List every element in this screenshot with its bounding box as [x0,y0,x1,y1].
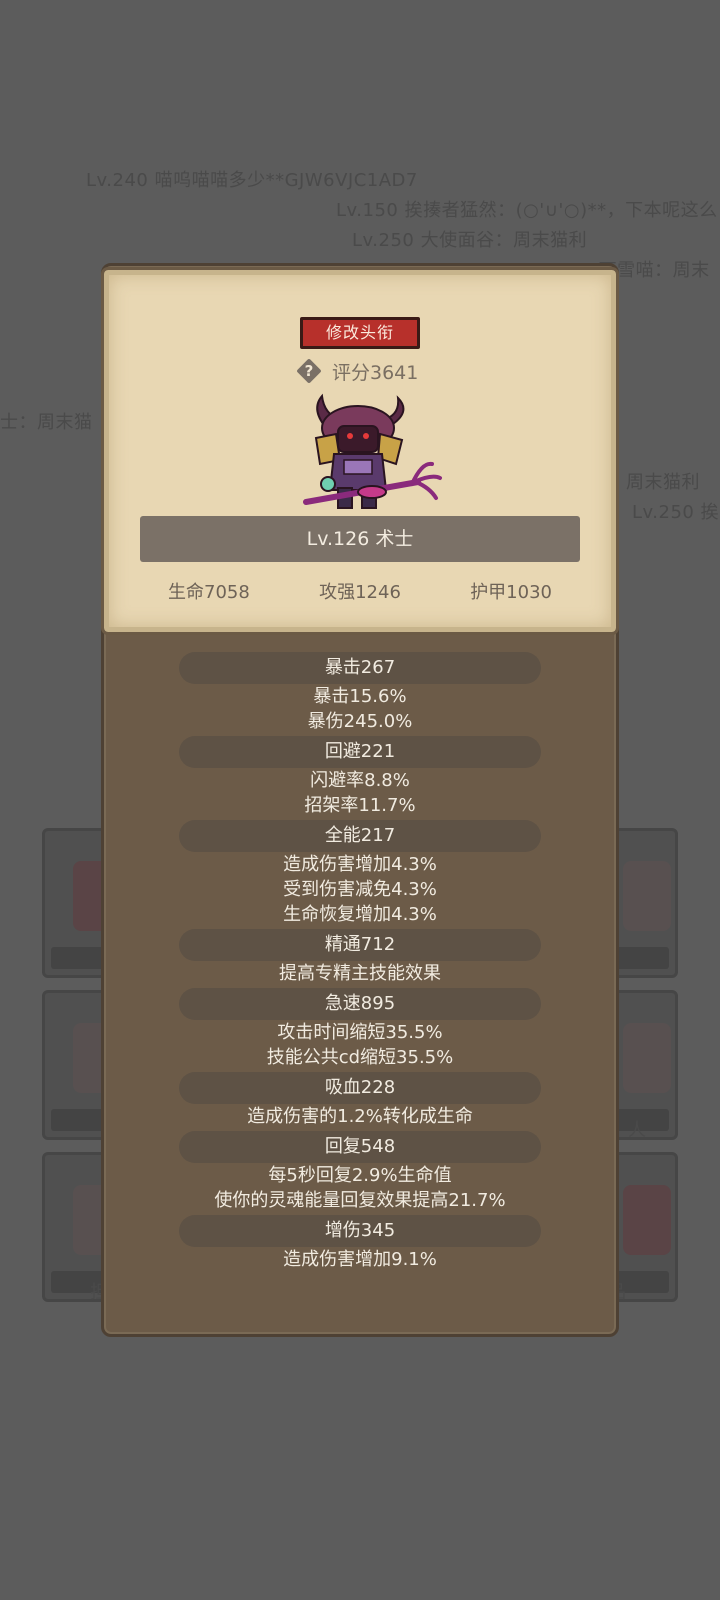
level-class-bar: Lv.126 术士 [140,516,580,562]
attribute-line: 受到伤害减免4.3% [283,879,437,900]
chat-line: Lv.250 大使面谷：周末猫利 [352,230,588,251]
attribute-header: 回避221 [179,736,541,768]
attribute-line: 暴伤245.0% [307,711,413,732]
attribute-group-lifesteal: 吸血228 造成伤害的1.2%转化成生命 [104,1070,616,1129]
warlock-sprite-icon [303,393,442,509]
chat-line: Lv.250 挨 [632,502,720,523]
character-sprite [300,390,460,518]
score-row: ? 评分3641 [296,356,418,386]
attribute-header: 急速895 [179,988,541,1020]
help-icon[interactable]: ? [296,358,322,384]
hp-stat: 生命7058 [168,582,250,603]
attribute-line: 攻击时间缩短35.5% [277,1022,443,1043]
attribute-header: 增伤345 [179,1215,541,1247]
attack-stat: 攻强1246 [319,582,401,603]
base-stats-row: 生命7058 攻强1246 护甲1030 [140,578,580,608]
attribute-header: 精通712 [179,929,541,961]
attribute-line: 造成伤害增加9.1% [283,1249,437,1270]
attribute-header: 暴击267 [179,652,541,684]
attribute-line: 闪避率8.8% [310,770,410,791]
chat-line: Lv.240 喵呜喵喵多少**GJW6VJC1AD7 [86,170,418,191]
attribute-header: 回复548 [179,1131,541,1163]
attribute-group-damage-bonus: 增伤345 造成伤害增加9.1% [104,1213,616,1272]
attribute-group-versatility: 全能217 造成伤害增加4.3% 受到伤害减免4.3% 生命恢复增加4.3% [104,818,616,927]
attribute-line: 造成伤害的1.2%转化成生命 [247,1106,473,1127]
attribute-group-crit: 暴击267 暴击15.6% 暴伤245.0% [104,650,616,734]
tile-label: 人 [628,1120,646,1141]
attribute-header: 吸血228 [179,1072,541,1104]
attribute-line: 暴击15.6% [313,686,407,707]
score-text: 评分3641 [332,361,419,384]
attribute-line: 每5秒回复2.9%生命值 [268,1165,452,1186]
attribute-line: 使你的灵魂能量回复效果提高21.7% [214,1190,506,1211]
edit-title-button[interactable]: 修改头衔 [300,317,420,349]
attribute-group-mastery: 精通712 提高专精主技能效果 [104,927,616,986]
attribute-header: 全能217 [179,820,541,852]
attribute-list: 暴击267 暴击15.6% 暴伤245.0% 回避221 闪避率8.8% 招架率… [104,650,616,1272]
attribute-line: 造成伤害增加4.3% [283,854,437,875]
attribute-line: 提高专精主技能效果 [279,963,441,984]
armor-stat: 护甲1030 [470,582,552,603]
attribute-line: 技能公共cd缩短35.5% [266,1047,454,1068]
attribute-line: 生命恢复增加4.3% [283,904,437,925]
attribute-group-haste: 急速895 攻击时间缩短35.5% 技能公共cd缩短35.5% [104,986,616,1070]
chat-line: 周末猫利 [626,472,700,493]
attribute-group-regen: 回复548 每5秒回复2.9%生命值 使你的灵魂能量回复效果提高21.7% [104,1129,616,1213]
attribute-group-avoidance: 回避221 闪避率8.8% 招架率11.7% [104,734,616,818]
attribute-line: 招架率11.7% [304,795,416,816]
chat-line: 士：周末猫 [0,412,93,433]
chat-line: Lv.150 挨揍者猛然：(○'∪'○)**，下本呢这么 [336,200,718,221]
